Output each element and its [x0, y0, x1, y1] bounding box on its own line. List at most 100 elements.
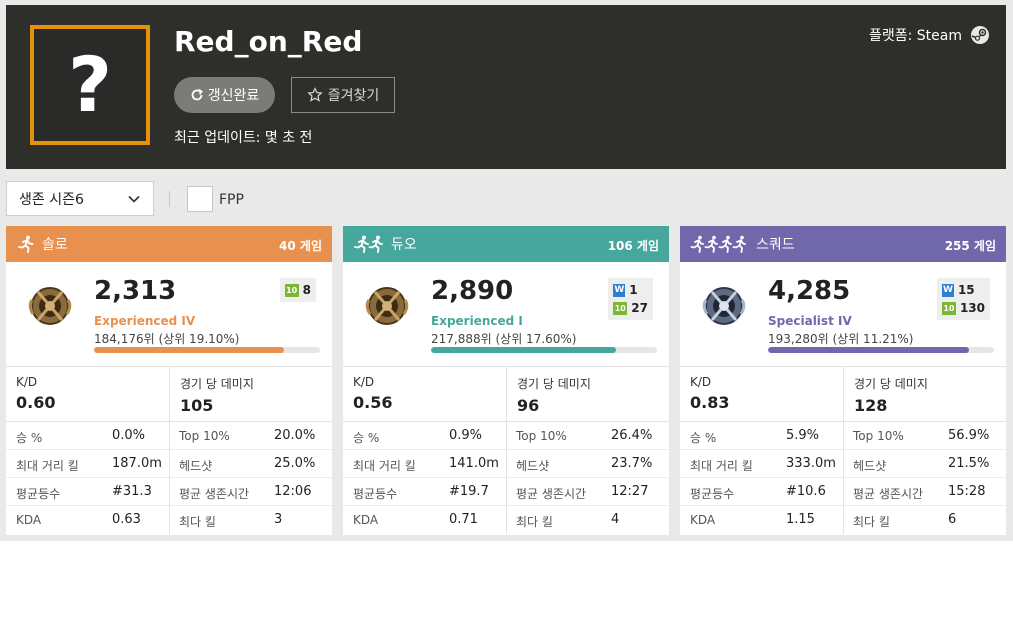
damage-label: 경기 당 데미지 [517, 377, 591, 391]
stat-value: #19.7 [449, 484, 489, 499]
damage-label: 경기 당 데미지 [854, 377, 928, 391]
refresh-icon [191, 88, 203, 101]
top10-count: 8 [302, 283, 311, 297]
damage-value: 96 [517, 396, 540, 415]
kd-label: K/D [690, 375, 712, 389]
win-medal-icon: W [941, 283, 954, 297]
top10-medal-icon: 10 [613, 301, 628, 315]
chevron-down-icon [128, 195, 140, 203]
stat-value: 333.0m [786, 456, 836, 471]
games-count: 40 게임 [279, 239, 322, 253]
stat-label: Top 10% [179, 429, 230, 443]
squad-runners-icon [690, 235, 746, 253]
tier-emblem-icon [365, 287, 409, 325]
stat-value: #31.3 [112, 484, 152, 499]
steam-icon [971, 26, 989, 44]
stat-value: 5.9% [786, 428, 820, 443]
stat-label: KDA [690, 513, 716, 527]
favorite-button[interactable]: 즐겨찾기 [291, 77, 395, 113]
rank-progress-fill [94, 347, 284, 353]
stat-label: 최대 거리 킬 [353, 459, 416, 473]
avatar-placeholder-glyph: ? [67, 40, 113, 129]
stat-label: 평균 생존시간 [516, 487, 587, 501]
top10-count: 130 [959, 301, 985, 315]
platform-label: 플랫폼: Steam [868, 28, 962, 44]
stat-row: KDA 0.63 최다 킬 3 [6, 506, 332, 534]
stat-label: KDA [16, 513, 42, 527]
rank-progress-bar [768, 347, 994, 353]
stat-row: 최대 거리 킬 333.0m 헤드샷 21.5% [680, 450, 1006, 478]
kd-value: 0.83 [690, 393, 730, 412]
stat-rows: 승 % 0.9% Top 10% 26.4% 최대 거리 킬 141.0m 헤드샷 23.7… [343, 422, 669, 534]
stat-value: 26.4% [611, 428, 653, 443]
tier-emblem-icon [702, 287, 746, 325]
filter-divider [169, 191, 170, 207]
row-divider [169, 422, 170, 450]
mode-card-squad: 스쿼드 255 게임 4,285 Specialist IV 193,280위 … [680, 226, 1006, 535]
kd-label: K/D [16, 375, 38, 389]
key-stats: K/D 0.60 경기 당 데미지 105 [6, 366, 332, 422]
stat-value: 187.0m [112, 456, 162, 471]
kd-cell: K/D 0.60 [6, 367, 170, 422]
row-divider [843, 506, 844, 534]
stat-value: 6 [948, 512, 957, 527]
stat-label: 평균등수 [353, 487, 398, 501]
stat-row: KDA 0.71 최다 킬 4 [343, 506, 669, 534]
rating-value: 2,890 [431, 276, 514, 306]
refresh-button[interactable]: 갱신완료 [174, 77, 275, 113]
games-count: 255 게임 [944, 239, 996, 253]
avatar: ? [30, 25, 150, 145]
top10-count: 27 [631, 301, 648, 315]
damage-value: 128 [854, 396, 888, 415]
stat-value: 0.0% [112, 428, 146, 443]
stat-value: 4 [611, 512, 620, 527]
stat-label: 승 % [353, 431, 380, 445]
stat-label: 승 % [690, 431, 717, 445]
win-medal: W1 [613, 281, 648, 299]
stat-label: KDA [353, 513, 379, 527]
top10-medal-icon: 10 [941, 301, 956, 315]
stat-value: 1.15 [786, 512, 815, 527]
fpp-checkbox[interactable] [187, 186, 213, 212]
tier-emblem-icon [28, 287, 72, 325]
platform-info: 플랫폼: Steam [869, 25, 990, 45]
stat-label: 최대 거리 킬 [690, 459, 753, 473]
stat-row: 승 % 0.9% Top 10% 26.4% [343, 422, 669, 450]
stat-label: 평균등수 [16, 487, 61, 501]
stat-value: 0.9% [449, 428, 483, 443]
season-select[interactable]: 생존 시즌6 [6, 181, 154, 216]
card-header: 듀오 106 게임 [343, 226, 669, 262]
row-divider [843, 422, 844, 450]
season-select-value: 생존 시즌6 [19, 191, 84, 208]
win-count: 15 [957, 283, 975, 297]
page-root: ? Red_on_Red 갱신완료 즐겨찾기 최근 업데이트: 몇 초 전 플랫… [0, 0, 1013, 630]
stat-label: 최다 킬 [516, 515, 553, 529]
stat-row: 승 % 5.9% Top 10% 56.9% [680, 422, 1006, 450]
top10-medal-icon: 10 [284, 283, 299, 297]
refresh-label: 갱신완료 [207, 88, 260, 104]
tier-name: Specialist IV [768, 314, 852, 328]
stat-value: 3 [274, 512, 283, 527]
stat-label: 헤드샷 [179, 459, 213, 473]
stat-row: 평균등수 #31.3 평균 생존시간 12:06 [6, 478, 332, 506]
rank-text: 193,280위 (상위 11.21%) [768, 332, 914, 346]
stat-label: 평균 생존시간 [853, 487, 924, 501]
row-divider [506, 478, 507, 506]
stat-rows: 승 % 0.0% Top 10% 20.0% 최대 거리 킬 187.0m 헤드샷 25.0… [6, 422, 332, 534]
card-header: 스쿼드 255 게임 [680, 226, 1006, 262]
kd-cell: K/D 0.56 [343, 367, 507, 422]
stat-label: 헤드샷 [853, 459, 887, 473]
mode-title: 스쿼드 [756, 237, 795, 253]
stat-value: #10.6 [786, 484, 826, 499]
stat-value: 0.63 [112, 512, 141, 527]
rank-progress-bar [94, 347, 320, 353]
runner-icon [18, 235, 34, 253]
stat-value: 25.0% [274, 456, 316, 471]
games-count: 106 게임 [607, 239, 659, 253]
rating-value: 4,285 [768, 276, 851, 306]
row-divider [843, 478, 844, 506]
medals-box: W 15 10 130 [936, 278, 990, 320]
top10-medal: 10 8 [284, 281, 311, 299]
tier-name: Experienced IV [94, 314, 196, 328]
star-icon [307, 87, 323, 102]
